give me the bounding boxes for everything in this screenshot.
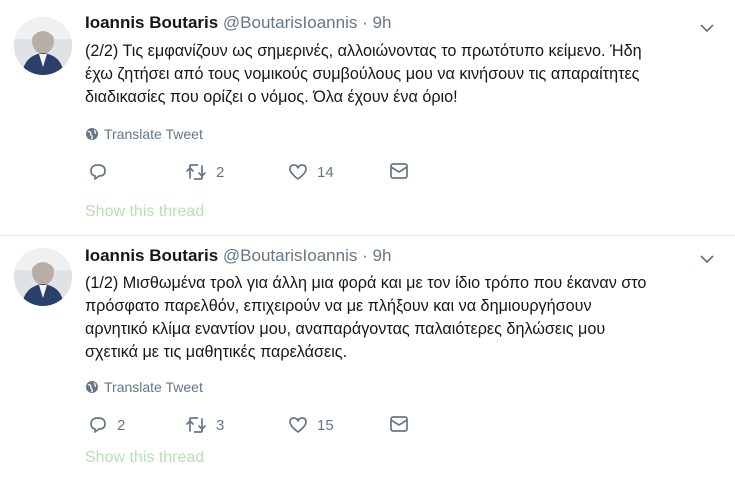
- tweet-header: Ioannis Boutaris @BoutarisIoannis · 9h: [85, 13, 391, 33]
- avatar[interactable]: [14, 17, 72, 75]
- tweet-header: Ioannis Boutaris @BoutarisIoannis · 9h: [85, 246, 391, 266]
- chevron-down-icon[interactable]: [699, 253, 715, 265]
- retweet-button[interactable]: 2: [185, 162, 226, 182]
- tweet-text-line: αρνητικό κλίμα εναντίον μου, αναπαράγοντ…: [85, 320, 606, 338]
- envelope-icon: [389, 415, 409, 433]
- tweet-text-line: πρόσφατο παρελθόν, επιχειρούν να με πλήξ…: [85, 297, 592, 315]
- tweet[interactable]: Ioannis Boutaris @BoutarisIoannis · 9h (…: [0, 236, 735, 481]
- like-button[interactable]: 15: [288, 415, 334, 435]
- heart-icon: [288, 415, 308, 435]
- translate-label: Translate Tweet: [104, 379, 203, 395]
- retweet-button[interactable]: 3: [185, 415, 226, 435]
- author-name[interactable]: Ioannis Boutaris: [85, 13, 218, 32]
- retweet-count: 3: [216, 416, 225, 434]
- tweet-actions: 2 14: [88, 162, 448, 184]
- translate-tweet-link[interactable]: Translate Tweet: [85, 379, 203, 395]
- envelope-icon: [389, 162, 409, 180]
- tweet-text: (2/2) Τις εμφανίζουν ως σημερινές, αλλοι…: [85, 40, 725, 109]
- tweet-text-line: έχω ζητήσει από τους νομικούς συμβούλους…: [85, 65, 640, 83]
- tweet-timestamp[interactable]: 9h: [373, 13, 392, 32]
- author-name[interactable]: Ioannis Boutaris: [85, 246, 218, 265]
- avatar[interactable]: [14, 248, 72, 306]
- globe-icon: [85, 380, 99, 394]
- author-handle[interactable]: @BoutarisIoannis: [223, 246, 357, 265]
- tweet-text-line: (1/2) Μισθωμένα τρολ για άλλη μια φορά κ…: [85, 274, 647, 292]
- reply-button[interactable]: 2: [88, 415, 127, 435]
- separator-dot: ·: [362, 13, 368, 32]
- show-this-thread-link[interactable]: Show this thread: [85, 449, 204, 467]
- chevron-down-icon[interactable]: [699, 22, 715, 34]
- retweet-count: 2: [216, 163, 225, 181]
- tweet-text-line: σχετικά με τις μαθητικές παρελάσεις.: [85, 343, 348, 361]
- tweet-actions: 2 3 15: [88, 415, 448, 437]
- translate-tweet-link[interactable]: Translate Tweet: [85, 126, 203, 142]
- like-count: 14: [317, 163, 334, 181]
- separator-dot: ·: [362, 246, 368, 265]
- tweet-text-line: (2/2) Τις εμφανίζουν ως σημερινές, αλλοι…: [85, 42, 642, 60]
- like-button[interactable]: 14: [288, 162, 334, 182]
- reply-icon: [88, 415, 108, 435]
- tweet-text: (1/2) Μισθωμένα τρολ για άλλη μια φορά κ…: [85, 272, 725, 364]
- globe-icon: [85, 127, 99, 141]
- like-count: 15: [317, 416, 334, 434]
- heart-icon: [288, 162, 308, 182]
- direct-message-button[interactable]: [389, 162, 409, 180]
- retweet-icon: [185, 415, 207, 435]
- show-this-thread-link[interactable]: Show this thread: [85, 203, 204, 221]
- tweet-text-line: διαδικασίες που ορίζει ο νόμος. Όλα έχου…: [85, 88, 458, 106]
- translate-label: Translate Tweet: [104, 126, 203, 142]
- reply-button[interactable]: [88, 162, 127, 182]
- author-handle[interactable]: @BoutarisIoannis: [223, 13, 357, 32]
- direct-message-button[interactable]: [389, 415, 409, 433]
- reply-icon: [88, 162, 108, 182]
- reply-count: 2: [117, 416, 126, 434]
- tweet-timestamp[interactable]: 9h: [373, 246, 392, 265]
- tweet[interactable]: Ioannis Boutaris @BoutarisIoannis · 9h (…: [0, 0, 735, 236]
- retweet-icon: [185, 162, 207, 182]
